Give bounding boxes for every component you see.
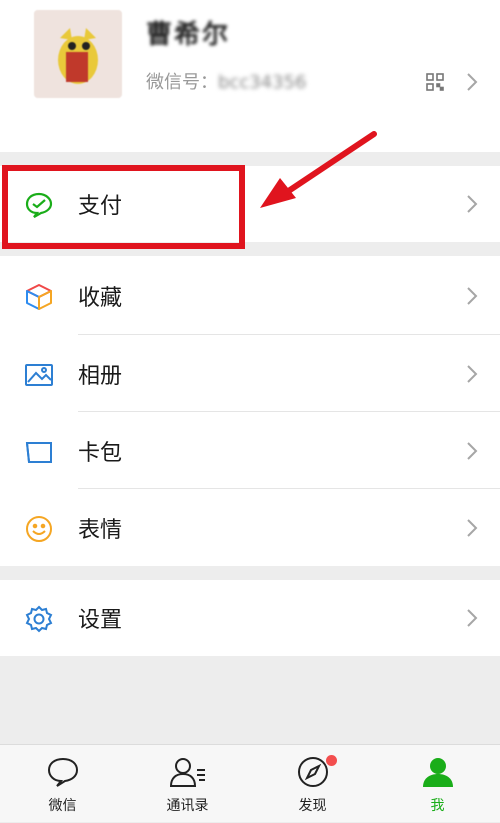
- tab-label-discover: 发现: [298, 798, 327, 814]
- highlight-box: [2, 165, 245, 249]
- divider: [78, 411, 500, 412]
- person-icon: [421, 755, 455, 793]
- chevron-right-icon: [466, 441, 478, 461]
- qr-code-icon[interactable]: [426, 73, 444, 95]
- menu-item-stickers[interactable]: 表情: [0, 490, 500, 566]
- avatar[interactable]: [34, 10, 122, 98]
- menu-item-favorites[interactable]: 收藏: [0, 258, 500, 334]
- tab-chats[interactable]: 微信: [0, 745, 125, 823]
- chevron-right-icon: [466, 518, 478, 538]
- profile-name: 曹希尔: [146, 20, 231, 50]
- tab-label-contacts: 通讯录: [166, 798, 209, 814]
- tab-label-me: 我: [430, 798, 445, 814]
- wechat-id-value: bcc34356: [218, 72, 307, 93]
- album-icon: [24, 360, 54, 390]
- notification-dot: [326, 755, 337, 766]
- tab-discover[interactable]: 发现: [250, 745, 375, 823]
- menu-label-settings: 设置: [78, 608, 123, 633]
- wechat-id-label: 微信号：: [146, 72, 218, 93]
- settings-gear-icon: [24, 604, 54, 634]
- menu-label-stickers: 表情: [78, 518, 123, 543]
- chevron-right-icon: [466, 286, 478, 306]
- cards-wallet-icon: [24, 437, 54, 467]
- chevron-right-icon: [466, 364, 478, 384]
- favorites-cube-icon: [24, 282, 54, 312]
- menu-item-settings[interactable]: 设置: [0, 580, 500, 656]
- wechat-id: 微信号：bcc34356: [146, 68, 306, 94]
- divider: [78, 334, 500, 335]
- annotation-arrow-icon: [250, 128, 380, 216]
- menu-item-cards[interactable]: 卡包: [0, 413, 500, 489]
- chevron-right-icon: [466, 194, 478, 214]
- chevron-right-icon: [466, 608, 478, 628]
- tab-contacts[interactable]: 通讯录: [125, 745, 250, 823]
- menu-label-cards: 卡包: [78, 441, 123, 466]
- tab-bar: 微信 通讯录 发现 我: [0, 744, 500, 822]
- chevron-right-icon: [466, 72, 478, 92]
- tab-me[interactable]: 我: [375, 745, 500, 823]
- sticker-smiley-icon: [24, 514, 54, 544]
- compass-icon: [296, 755, 330, 793]
- menu-label-favorites: 收藏: [78, 286, 123, 311]
- tab-label-chats: 微信: [48, 798, 77, 814]
- settings-section: 设置: [0, 580, 500, 656]
- features-section: 收藏 相册 卡包 表情: [0, 256, 500, 566]
- divider: [78, 488, 500, 489]
- chat-bubble-icon: [46, 755, 80, 793]
- menu-item-album[interactable]: 相册: [0, 336, 500, 412]
- menu-label-album: 相册: [78, 364, 123, 389]
- contacts-icon: [168, 755, 208, 793]
